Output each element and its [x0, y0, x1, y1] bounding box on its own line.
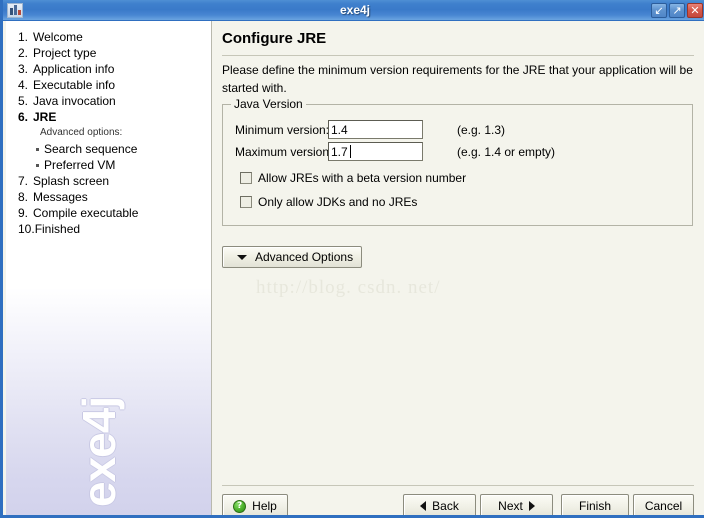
url-watermark: http://blog. csdn. net/	[256, 277, 441, 298]
help-icon: ?	[233, 499, 247, 513]
page-description: Please define the minimum version requir…	[222, 63, 693, 95]
back-label: Back	[432, 499, 459, 513]
step-label: Messages	[33, 190, 88, 204]
maximize-button[interactable]: ↗	[669, 3, 685, 18]
java-version-group-label: Java Version	[231, 97, 306, 111]
advanced-options-header: Advanced options:	[40, 127, 123, 138]
allow-beta-jre-checkbox-row[interactable]: Allow JREs with a beta version number	[240, 171, 466, 185]
title-bar: exe4j ↙ ↗ ✕	[3, 0, 704, 21]
arrow-right-icon	[528, 501, 535, 511]
advanced-options-label: Advanced Options	[255, 250, 354, 264]
step-number: 3.	[18, 62, 29, 76]
step-number: 8.	[18, 190, 29, 204]
sidebar-item-executable-info[interactable]: 4. Executable info	[18, 77, 208, 93]
step-label: Welcome	[33, 30, 83, 44]
exe4j-watermark: exe4j	[73, 396, 125, 507]
chevron-down-icon	[237, 254, 247, 260]
sidebar-item-compile-executable[interactable]: 9. Compile executable	[18, 205, 208, 221]
main-content-panel: Configure JRE Please define the minimum …	[213, 21, 704, 515]
steps-list: 1. Welcome 2. Project type 3. Application i…	[18, 29, 208, 237]
window-controls: ↙ ↗ ✕	[651, 3, 703, 18]
step-number: 6.	[18, 110, 29, 124]
finish-button[interactable]: Finish	[561, 494, 629, 515]
sidebar-item-messages[interactable]: 8. Messages	[18, 189, 208, 205]
footer-divider	[222, 485, 694, 486]
sidebar-item-application-info[interactable]: 3. Application info	[18, 61, 208, 77]
step-number: 10.	[18, 222, 35, 236]
sidebar-item-project-type[interactable]: 2. Project type	[18, 45, 208, 61]
arrow-left-icon	[420, 501, 427, 511]
sidebar-item-jre[interactable]: 6. JRE	[18, 109, 208, 125]
window-frame: exe4j ↙ ↗ ✕ 1. Welcome 2. Project type 3…	[0, 0, 704, 518]
help-button[interactable]: ? Help	[222, 494, 288, 515]
bullet-icon	[36, 148, 39, 151]
step-label: Project type	[33, 46, 97, 60]
close-icon: ✕	[690, 4, 700, 17]
allow-beta-jre-label: Allow JREs with a beta version number	[258, 171, 467, 185]
only-jdk-checkbox-row[interactable]: Only allow JDKs and no JREs	[240, 195, 417, 209]
only-jdk-checkbox[interactable]	[240, 196, 252, 208]
step-label: Compile executable	[33, 206, 139, 220]
title-divider	[222, 55, 694, 56]
minimum-version-input[interactable]	[328, 120, 423, 139]
step-label: Executable info	[33, 78, 116, 92]
minimize-icon: ↙	[654, 4, 664, 17]
cancel-label: Cancel	[644, 499, 683, 513]
sidebar-item-finished[interactable]: 10.Finished	[18, 221, 208, 237]
step-label: Java invocation	[33, 94, 116, 108]
only-jdk-label: Only allow JDKs and no JREs	[258, 195, 418, 209]
finish-label: Finish	[578, 499, 611, 513]
allow-beta-jre-checkbox[interactable]	[240, 172, 252, 184]
help-label: Help	[252, 499, 277, 513]
step-number: 9.	[18, 206, 29, 220]
back-button[interactable]: Back	[403, 494, 476, 515]
step-number: 2.	[18, 46, 29, 60]
minimize-button[interactable]: ↙	[651, 3, 667, 18]
maximize-icon: ↗	[672, 4, 682, 17]
next-label: Next	[498, 499, 523, 513]
sidebar-item-welcome[interactable]: 1. Welcome	[18, 29, 208, 45]
step-number: 7.	[18, 174, 29, 188]
wizard-steps-sidebar: 1. Welcome 2. Project type 3. Application i…	[6, 21, 212, 515]
sidebar-item-splash-screen[interactable]: 7. Splash screen	[18, 173, 208, 189]
step-label: Application info	[33, 62, 115, 76]
bullet-icon	[36, 164, 39, 167]
step-label: JRE	[33, 110, 57, 124]
maximum-version-input[interactable]	[328, 142, 423, 161]
cancel-button[interactable]: Cancel	[633, 494, 694, 515]
step-number: 4.	[18, 78, 29, 92]
sidebar-item-java-invocation[interactable]: 5. Java invocation	[18, 93, 208, 109]
step-label: Finished	[34, 222, 81, 236]
advanced-options-button[interactable]: Advanced Options	[222, 246, 362, 268]
sub-item-label: Search sequence	[44, 142, 138, 156]
maximum-version-hint: (e.g. 1.4 or empty)	[457, 145, 556, 159]
minimum-version-label: Minimum version:	[235, 123, 330, 137]
maximum-version-label: Maximum version:	[235, 145, 333, 159]
text-caret	[350, 145, 351, 158]
step-label: Splash screen	[33, 174, 110, 188]
sidebar-item-preferred-vm[interactable]: Preferred VM	[18, 157, 208, 173]
minimum-version-hint: (e.g. 1.3)	[457, 123, 506, 137]
step-number: 1.	[18, 30, 29, 44]
sub-item-label: Preferred VM	[44, 158, 116, 172]
page-title: Configure JRE	[222, 30, 327, 47]
next-button[interactable]: Next	[480, 494, 553, 515]
step-number: 5.	[18, 94, 29, 108]
close-button[interactable]: ✕	[687, 3, 703, 18]
java-version-group: Java Version Minimum version: (e.g. 1.3)…	[222, 97, 693, 226]
window-title: exe4j	[339, 3, 371, 17]
sidebar-item-search-sequence[interactable]: Search sequence	[18, 141, 208, 157]
application-window: exe4j ↙ ↗ ✕ 1. Welcome 2. Project type 3…	[0, 0, 704, 518]
